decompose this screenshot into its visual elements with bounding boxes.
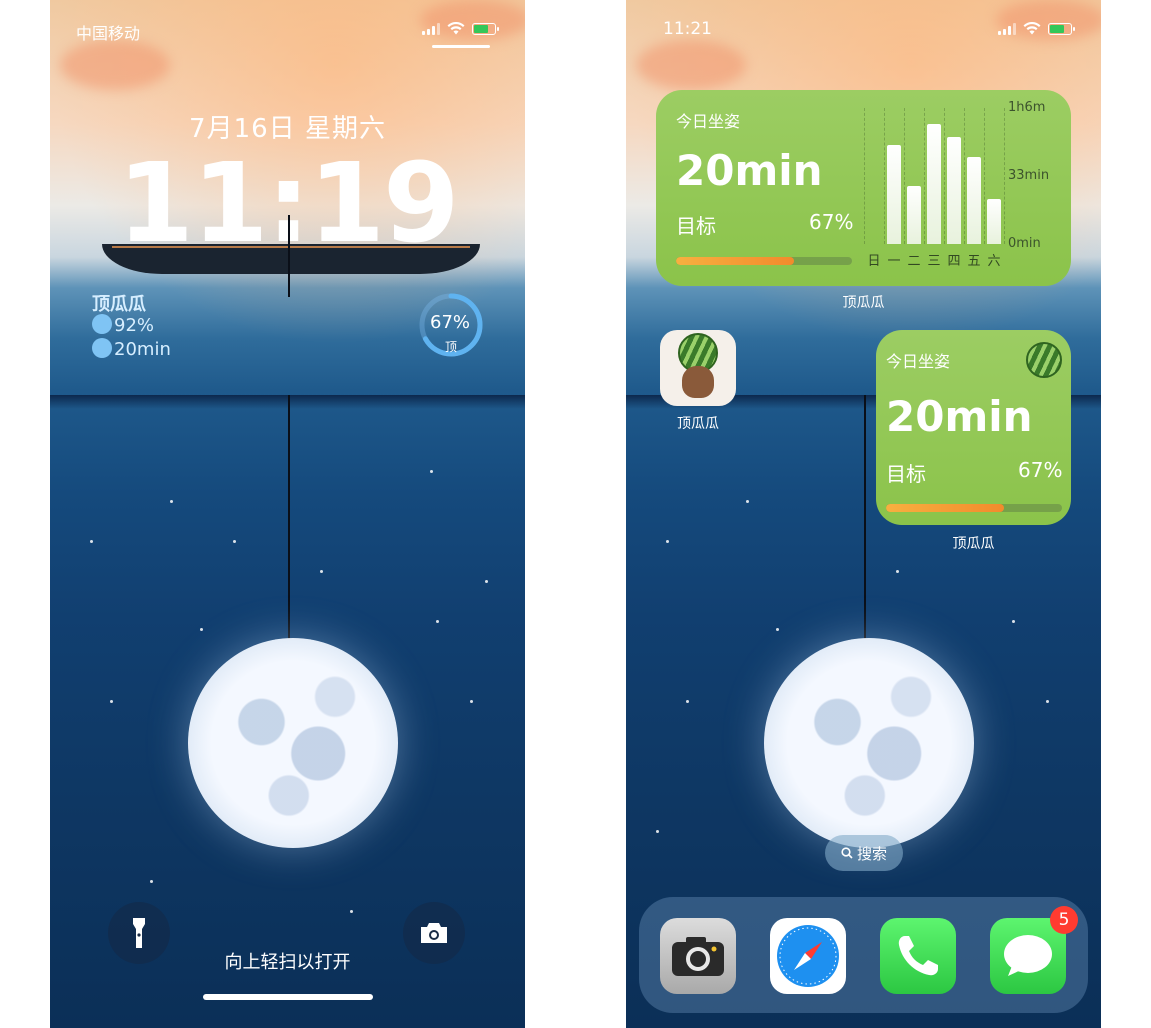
dock-app-safari[interactable] bbox=[770, 918, 846, 994]
status-icons bbox=[998, 22, 1075, 35]
chart-gridline bbox=[924, 108, 925, 244]
chart-day-label: 日 bbox=[867, 254, 881, 269]
swipe-hint: 向上轻扫以打开 bbox=[224, 952, 351, 973]
lock-widget-name: 顶瓜瓜 bbox=[92, 294, 146, 315]
dock-app-phone[interactable] bbox=[880, 918, 956, 994]
search-icon bbox=[841, 847, 853, 859]
widget-title: 今日坐姿 bbox=[676, 112, 741, 131]
status-icons bbox=[422, 22, 499, 35]
fishing-rod bbox=[288, 215, 290, 297]
ring-sub: 顶 bbox=[445, 340, 458, 354]
chart-gridline bbox=[944, 108, 945, 244]
widget-value: 20min bbox=[886, 392, 1033, 441]
widget-app-label: 顶瓜瓜 bbox=[952, 536, 995, 552]
goal-progress-bar bbox=[676, 257, 852, 265]
melon-icon bbox=[92, 338, 112, 358]
compass-icon bbox=[777, 925, 839, 987]
moon bbox=[188, 638, 398, 848]
weekly-chart: 1h6m 33min 0min 日一二三四五六 bbox=[862, 100, 1062, 274]
lock-screen: 中国移动 7月16日 星期六 11:19 顶瓜瓜 92% 20min 67% 顶… bbox=[50, 0, 525, 1028]
goal-label: 目标 bbox=[676, 214, 716, 238]
mascot-icon bbox=[682, 366, 714, 398]
battery-icon bbox=[472, 22, 499, 35]
phone-icon bbox=[898, 936, 938, 976]
posture-widget-large[interactable]: 今日坐姿 20min 目标 67% 1h6m 33min 0min 日一二三四五六 bbox=[656, 90, 1071, 286]
chart-ytick-label: 1h6m bbox=[1008, 100, 1046, 115]
camera-icon bbox=[672, 937, 724, 976]
goal-percent: 67% bbox=[809, 210, 854, 234]
goal-label: 目标 bbox=[886, 462, 926, 486]
chart-bar bbox=[887, 145, 901, 244]
fishing-line bbox=[864, 395, 866, 640]
dock-app-camera[interactable] bbox=[660, 918, 736, 994]
chart-day-label: 五 bbox=[967, 254, 981, 269]
chart-gridline bbox=[984, 108, 985, 244]
widget-title: 今日坐姿 bbox=[886, 352, 951, 371]
carrier-label: 中国移动 bbox=[76, 24, 141, 43]
widget-app-label: 顶瓜瓜 bbox=[842, 295, 885, 311]
chart-day-label: 四 bbox=[947, 254, 961, 269]
cloud bbox=[60, 40, 170, 90]
ring-percent: 67% bbox=[430, 312, 471, 333]
wifi-icon bbox=[447, 22, 465, 35]
posture-widget-small[interactable]: 今日坐姿 20min 目标 67% bbox=[876, 330, 1071, 525]
chart-bar bbox=[907, 186, 921, 244]
chart-day-label: 六 bbox=[987, 254, 1001, 269]
cloud bbox=[636, 40, 746, 90]
chart-gridline bbox=[1004, 108, 1005, 244]
wifi-icon bbox=[1023, 22, 1041, 35]
goal-percent: 67% bbox=[1018, 458, 1063, 482]
chart-day-label: 二 bbox=[907, 254, 921, 269]
fishing-line bbox=[288, 395, 290, 640]
search-button[interactable]: 搜索 bbox=[825, 835, 903, 871]
chart-gridline bbox=[904, 108, 905, 244]
battery-icon bbox=[1048, 22, 1075, 35]
chart-ytick-label: 33min bbox=[1008, 168, 1050, 183]
moon bbox=[764, 638, 974, 848]
status-time: 11:21 bbox=[663, 19, 712, 39]
app-icon-dingguagua[interactable] bbox=[660, 330, 736, 406]
home-screen: 11:21 今日坐姿 20min 目标 67% 1h6m 33min 0min 日一二… bbox=[626, 0, 1101, 1028]
chart-day-label: 一 bbox=[887, 254, 901, 269]
lock-widget-stat-2: 20min bbox=[92, 338, 171, 360]
lock-widget-stat-2-value: 20min bbox=[114, 339, 171, 360]
home-indicator[interactable] bbox=[203, 994, 373, 1000]
control-center-indicator[interactable] bbox=[432, 45, 490, 48]
widget-value: 20min bbox=[676, 146, 823, 195]
chart-day-label: 三 bbox=[927, 254, 941, 269]
chart-bar bbox=[947, 136, 961, 244]
watermelon-icon bbox=[1026, 342, 1062, 378]
flashlight-icon bbox=[133, 918, 145, 948]
chart-ytick-label: 0min bbox=[1008, 236, 1041, 251]
goal-progress-bar bbox=[886, 504, 1062, 512]
cellular-signal-icon bbox=[998, 22, 1016, 35]
lock-widget-stat-1-value: 92% bbox=[114, 315, 155, 336]
chart-bar bbox=[987, 198, 1001, 244]
cat-icon bbox=[92, 314, 112, 334]
chart-gridline bbox=[884, 108, 885, 244]
chart-gridline bbox=[964, 108, 965, 244]
chart-bar bbox=[967, 157, 981, 244]
cellular-signal-icon bbox=[422, 22, 440, 35]
lock-widget-stat-1: 92% bbox=[92, 314, 154, 336]
messages-badge: 5 bbox=[1050, 906, 1078, 934]
chart-gridline bbox=[864, 108, 865, 244]
search-label: 搜索 bbox=[856, 844, 887, 863]
chart-bar bbox=[927, 124, 941, 244]
camera-icon bbox=[421, 923, 447, 943]
app-label: 顶瓜瓜 bbox=[677, 416, 719, 432]
